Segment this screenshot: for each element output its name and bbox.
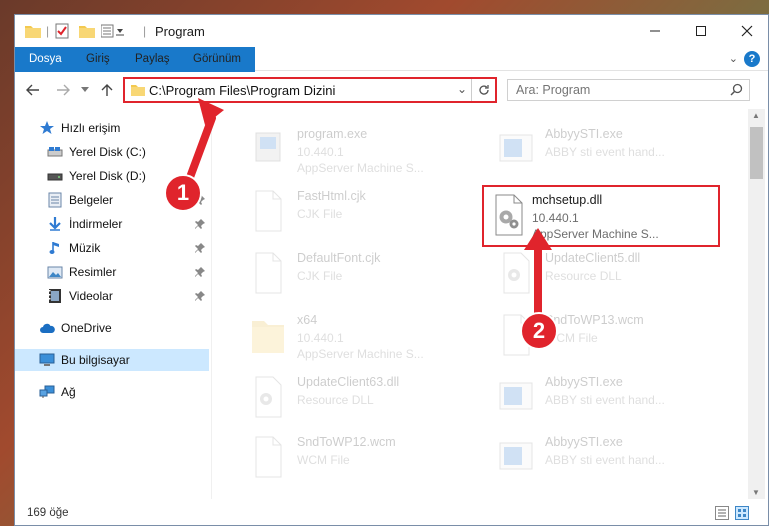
- callout-marker-2: 2: [520, 312, 558, 350]
- arrow-2-head: [524, 228, 552, 250]
- callout-arrows: [185, 98, 552, 320]
- callout-marker-1: 1: [164, 174, 202, 212]
- arrow-1: [185, 114, 216, 184]
